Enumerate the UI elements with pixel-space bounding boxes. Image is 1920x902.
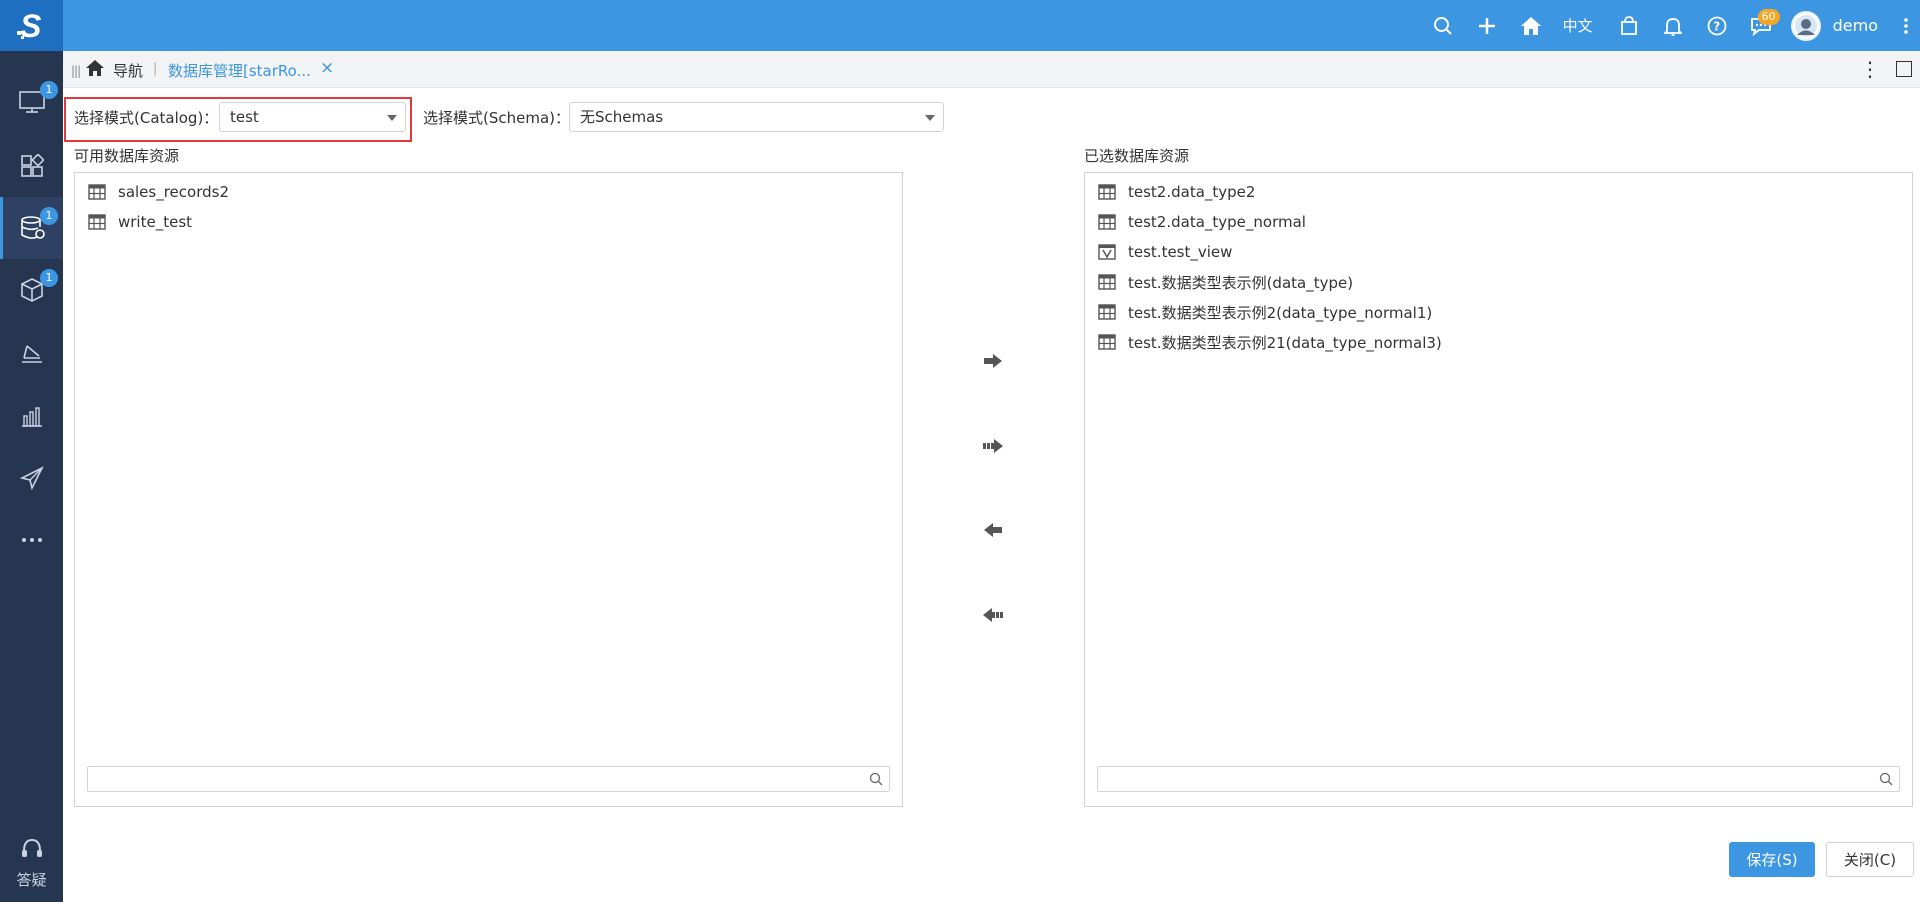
- arrow-right-icon: [984, 354, 1002, 368]
- table-icon: [88, 184, 106, 200]
- send-icon: [19, 466, 44, 490]
- components-icon: [20, 154, 44, 177]
- list-item[interactable]: test.数据类型表示例(data_type): [1085, 267, 1912, 297]
- svg-text:?: ?: [1713, 19, 1720, 33]
- list-item-label: test.test_view: [1128, 243, 1233, 261]
- arrow-left-icon: [984, 523, 1002, 537]
- more-vertical-icon[interactable]: ⋮: [1860, 57, 1880, 81]
- home-icon[interactable]: [85, 59, 105, 81]
- more-horizontal-icon: [21, 538, 42, 542]
- user-name[interactable]: demo: [1833, 16, 1878, 35]
- save-button[interactable]: 保存(S): [1729, 842, 1815, 877]
- home-icon[interactable]: [1509, 0, 1553, 51]
- grip-icon[interactable]: |||: [71, 64, 81, 78]
- more-vertical-icon[interactable]: [1892, 0, 1920, 51]
- list-item-label: test.数据类型表示例(data_type): [1128, 273, 1354, 292]
- avatar[interactable]: [1790, 10, 1821, 41]
- table-icon: [88, 214, 106, 230]
- layers-icon: [21, 345, 42, 363]
- list-item[interactable]: test2.data_type2: [1085, 177, 1912, 207]
- view-icon: [1098, 244, 1116, 260]
- list-item-label: test2.data_type_normal: [1128, 213, 1306, 231]
- app-logo[interactable]: S: [0, 0, 63, 51]
- schema-label: 选择模式(Schema)：: [423, 109, 571, 127]
- search-icon[interactable]: [1421, 0, 1465, 51]
- list-item-label: test.数据类型表示例2(data_type_normal1): [1128, 303, 1433, 322]
- schema-select[interactable]: 无Schemas: [569, 102, 944, 132]
- sidebar-item-more[interactable]: [0, 509, 63, 571]
- list-item[interactable]: test.test_view: [1085, 237, 1912, 267]
- selected-title: 已选数据库资源: [1084, 147, 1190, 165]
- bell-icon[interactable]: [1651, 0, 1695, 51]
- sidebar: 1 1 1 答疑: [0, 51, 63, 902]
- list-item[interactable]: test.数据类型表示例2(data_type_normal1): [1085, 297, 1912, 327]
- sidebar-badge: 1: [40, 207, 58, 225]
- move-all-left-button[interactable]: [978, 600, 1008, 630]
- tab-separator: |: [153, 61, 158, 76]
- sidebar-item-components[interactable]: [0, 135, 63, 197]
- sidebar-item-cube[interactable]: 1: [0, 259, 63, 321]
- add-icon[interactable]: [1465, 0, 1509, 51]
- close-icon[interactable]: ×: [320, 58, 334, 78]
- schema-value: 无Schemas: [580, 108, 664, 126]
- sidebar-badge: 1: [40, 269, 58, 287]
- table-icon: [1098, 334, 1116, 350]
- sidebar-item-chart[interactable]: [0, 385, 63, 447]
- table-icon: [1098, 274, 1116, 290]
- selected-list: test2.data_type2 test2.data_type_normalte…: [1084, 172, 1913, 807]
- sidebar-help[interactable]: 答疑: [0, 837, 63, 890]
- catalog-select[interactable]: test: [219, 102, 406, 132]
- chevron-down-icon: [387, 115, 397, 121]
- help-icon[interactable]: ?: [1695, 0, 1739, 51]
- list-item-label: test.数据类型表示例21(data_type_normal3): [1128, 333, 1442, 352]
- move-right-button[interactable]: [978, 346, 1008, 376]
- table-icon: [1098, 304, 1116, 320]
- sidebar-item-publish[interactable]: [0, 447, 63, 509]
- close-button[interactable]: 关闭(C): [1826, 842, 1914, 877]
- headset-icon: [21, 838, 42, 857]
- table-icon: [1098, 184, 1116, 200]
- move-all-right-button[interactable]: [978, 431, 1008, 461]
- table-icon: [1098, 214, 1116, 230]
- sidebar-item-database[interactable]: 1: [0, 197, 63, 259]
- available-title: 可用数据库资源: [74, 147, 180, 165]
- sidebar-item-monitor[interactable]: 1: [0, 71, 63, 133]
- message-icon[interactable]: 60: [1739, 0, 1783, 51]
- double-arrow-right-icon: [983, 439, 1003, 453]
- tab-database-management[interactable]: 数据库管理[starRo...: [168, 60, 311, 81]
- available-list: sales_records2 write_test: [74, 172, 903, 807]
- list-item[interactable]: test2.data_type_normal: [1085, 207, 1912, 237]
- search-icon: [1879, 772, 1893, 790]
- available-search-input[interactable]: [87, 766, 890, 792]
- sidebar-badge: 1: [40, 81, 58, 99]
- language-switch[interactable]: 中文: [1553, 15, 1607, 36]
- list-item-label: test2.data_type2: [1128, 183, 1256, 201]
- list-item-label: sales_records2: [118, 183, 229, 201]
- tab-navigation[interactable]: 导航: [113, 60, 143, 81]
- sidebar-item-analysis[interactable]: [0, 323, 63, 385]
- list-item[interactable]: test.数据类型表示例21(data_type_normal3): [1085, 327, 1912, 357]
- tab-bar: ||| 导航 | 数据库管理[starRo... × ⋮: [63, 51, 1920, 88]
- catalog-value: test: [230, 108, 259, 126]
- double-arrow-left-icon: [983, 608, 1003, 622]
- list-item[interactable]: write_test: [75, 207, 902, 237]
- selected-search-input[interactable]: [1097, 766, 1900, 792]
- list-item-label: write_test: [118, 213, 193, 231]
- move-left-button[interactable]: [978, 515, 1008, 545]
- chevron-down-icon: [925, 115, 935, 121]
- top-bar: S 中文 ? 60 demo: [0, 0, 1920, 51]
- maximize-icon[interactable]: [1896, 61, 1912, 77]
- catalog-label: 选择模式(Catalog)：: [74, 109, 219, 127]
- search-icon: [869, 772, 883, 790]
- list-item[interactable]: sales_records2: [75, 177, 902, 207]
- message-badge: 60: [1757, 9, 1780, 25]
- logo-icon: S: [16, 9, 42, 43]
- bag-icon[interactable]: [1607, 0, 1651, 51]
- help-label: 答疑: [16, 871, 47, 889]
- bar-chart-icon: [21, 407, 42, 427]
